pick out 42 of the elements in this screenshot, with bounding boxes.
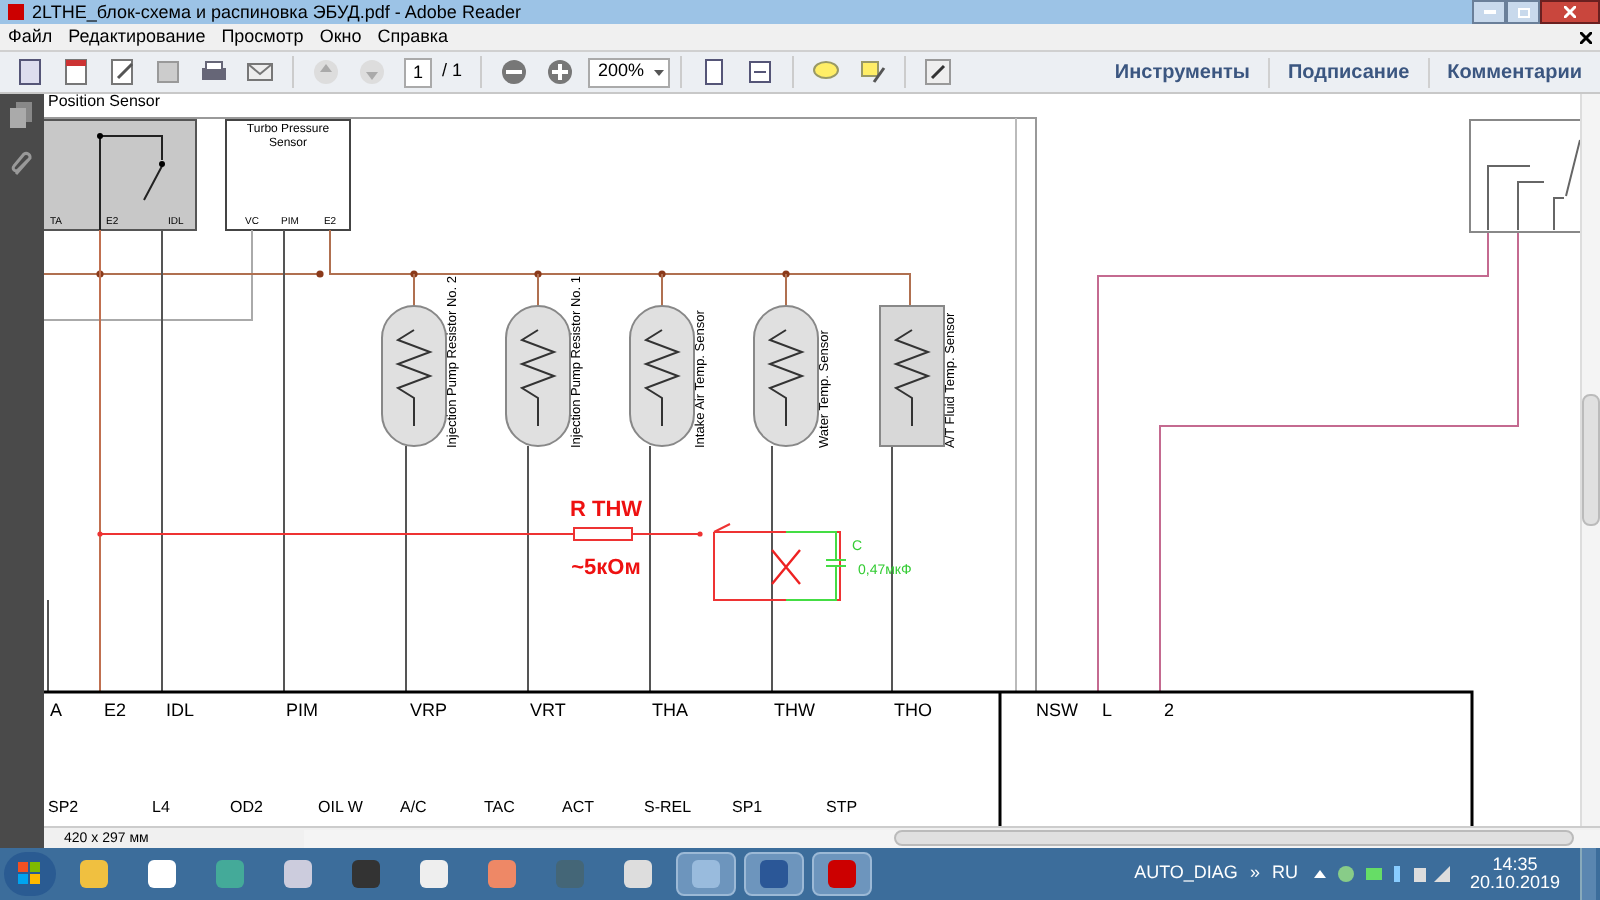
- pin-label: SP2: [48, 798, 79, 816]
- pin-label: OD2: [230, 798, 263, 816]
- pin-label: VRT: [530, 700, 566, 720]
- menu-item[interactable]: Окно: [311, 28, 370, 46]
- pin-label: THW: [774, 700, 815, 720]
- menu-item[interactable]: Редактирование: [60, 28, 214, 46]
- pin-label: OIL W: [318, 798, 363, 816]
- pin-label: THO: [894, 700, 932, 720]
- toolbar-name: AUTO_DIAG: [1134, 860, 1238, 887]
- language-indicator[interactable]: RU: [1271, 860, 1298, 888]
- menu-item[interactable]: Просмотр: [213, 28, 312, 46]
- pin-label: THA: [652, 700, 688, 720]
- pin-label: S-REL: [644, 798, 692, 816]
- panel-tab[interactable]: Инструменты: [1096, 57, 1268, 87]
- pin-label: SP1: [732, 798, 763, 816]
- pin-label: VRP: [410, 700, 448, 720]
- menu-item[interactable]: Файл: [0, 28, 61, 46]
- pin-label: 2: [1164, 700, 1175, 720]
- zoom-dropdown[interactable]: 200%: [588, 57, 671, 87]
- pin-label: IDL: [166, 700, 195, 720]
- pin-label: ACT: [562, 798, 594, 816]
- resistor-value: ~5кОм: [571, 556, 641, 580]
- panel-tab[interactable]: Комментарии: [1427, 57, 1600, 87]
- page-total: / 1: [440, 58, 465, 85]
- menu-item[interactable]: Справка: [369, 28, 457, 46]
- pin-label: E2: [104, 700, 127, 720]
- pin-label: PIM: [286, 700, 319, 720]
- pin-label: TAC: [484, 798, 515, 816]
- pin-label: L: [1102, 700, 1113, 720]
- diagram-heading: Position Sensor: [48, 94, 161, 110]
- overflow-chevron[interactable]: »: [1249, 860, 1260, 888]
- resistor-label: R THW: [569, 498, 643, 522]
- pin-label: A: [50, 700, 63, 720]
- clock-time: 14:35: [1492, 856, 1538, 874]
- pin-label: STP: [826, 798, 858, 816]
- pin-label: A/C: [400, 798, 427, 816]
- pin-label: L4: [152, 798, 170, 816]
- panel-tab[interactable]: Подписание: [1267, 57, 1428, 87]
- clock-date: 20.10.2019: [1469, 874, 1560, 892]
- pin-label: NSW: [1036, 700, 1078, 720]
- window-title: 2LTHE_блок-схема и распиновка ЭБУД.pdf - Adobe Reader: [32, 3, 521, 21]
- page-number-field[interactable]: 1: [404, 57, 432, 87]
